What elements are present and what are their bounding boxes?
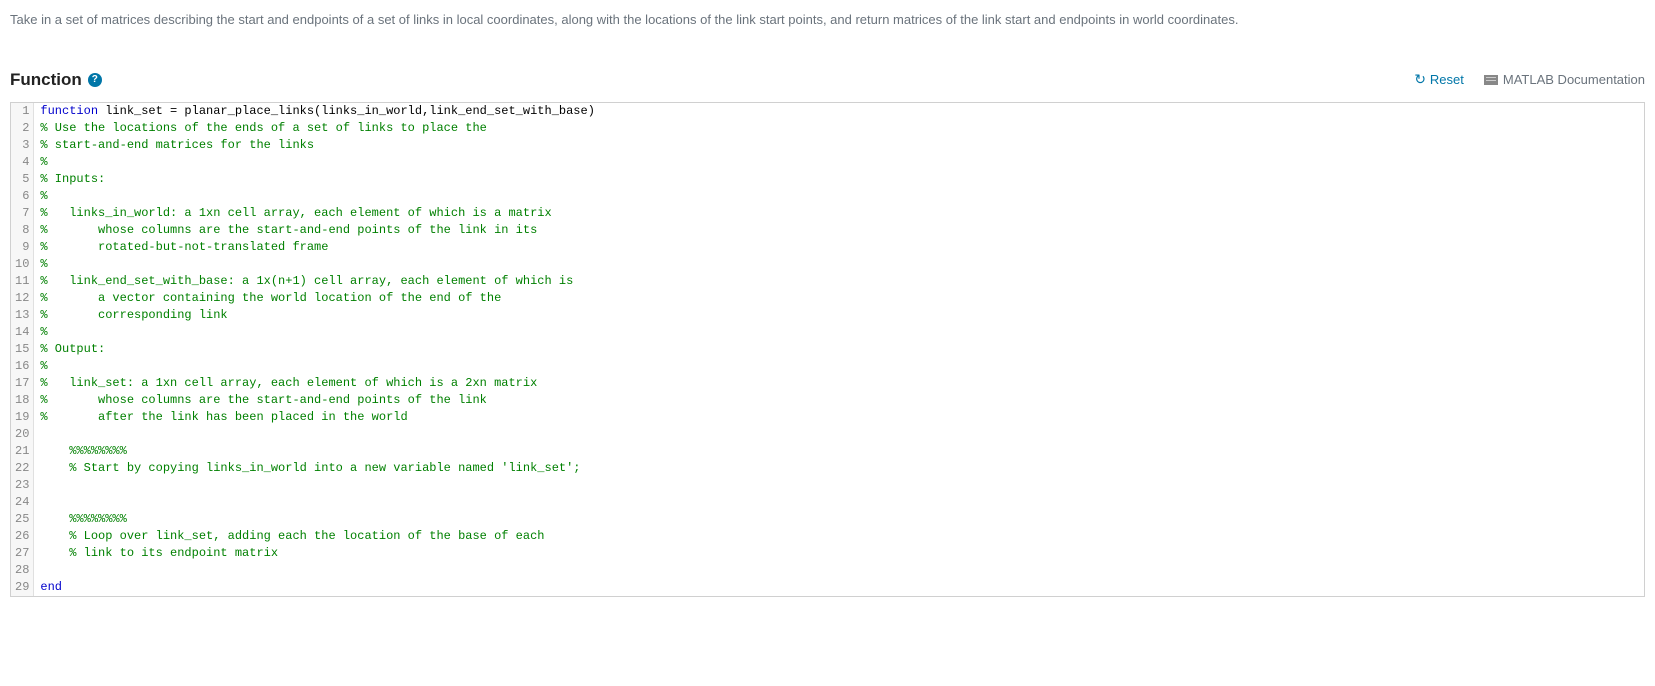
code-line[interactable]: % link_end_set_with_base: a 1x(n+1) cell… — [40, 273, 1644, 290]
code-line[interactable]: % a vector containing the world location… — [40, 290, 1644, 307]
line-number: 18 — [15, 392, 29, 409]
code-token-comment: % — [40, 257, 47, 271]
code-token-comment: % Loop over link_set, adding each the lo… — [40, 529, 544, 543]
code-line[interactable]: % Output: — [40, 341, 1644, 358]
code-token-plain: link_set = planar_place_links(links_in_w… — [98, 104, 595, 118]
reset-button[interactable]: ↻ Reset — [1414, 71, 1464, 88]
line-number: 12 — [15, 290, 29, 307]
code-token-comment: % — [40, 189, 47, 203]
code-line[interactable]: % Loop over link_set, adding each the lo… — [40, 528, 1644, 545]
documentation-label: MATLAB Documentation — [1503, 72, 1645, 87]
line-number: 10 — [15, 256, 29, 273]
code-token-comment: % whose columns are the start-and-end po… — [40, 393, 486, 407]
line-number: 3 — [15, 137, 29, 154]
line-number: 26 — [15, 528, 29, 545]
code-token-comment: % rotated-but-not-translated frame — [40, 240, 328, 254]
reset-label: Reset — [1430, 72, 1464, 87]
line-number: 4 — [15, 154, 29, 171]
code-line[interactable] — [40, 562, 1644, 579]
line-number: 1 — [15, 103, 29, 120]
code-line[interactable]: % corresponding link — [40, 307, 1644, 324]
reset-icon: ↻ — [1414, 71, 1426, 88]
line-number: 2 — [15, 120, 29, 137]
code-content[interactable]: function link_set = planar_place_links(l… — [34, 103, 1644, 596]
code-line[interactable]: % — [40, 358, 1644, 375]
code-token-comment: % Start by copying links_in_world into a… — [40, 461, 580, 475]
code-token-comment: % — [40, 155, 47, 169]
code-line[interactable]: % whose columns are the start-and-end po… — [40, 392, 1644, 409]
code-line[interactable]: % after the link has been placed in the … — [40, 409, 1644, 426]
code-line[interactable]: % Inputs: — [40, 171, 1644, 188]
code-token-comment: % corresponding link — [40, 308, 227, 322]
code-token-comment: % Output: — [40, 342, 105, 356]
line-number: 7 — [15, 205, 29, 222]
code-line[interactable]: % start-and-end matrices for the links — [40, 137, 1644, 154]
line-number: 8 — [15, 222, 29, 239]
line-number: 13 — [15, 307, 29, 324]
code-line[interactable]: % — [40, 188, 1644, 205]
code-line[interactable]: % link to its endpoint matrix — [40, 545, 1644, 562]
code-token-keyword: end — [40, 580, 62, 594]
section-title: Function — [10, 70, 82, 90]
code-line[interactable]: % — [40, 154, 1644, 171]
line-number: 19 — [15, 409, 29, 426]
line-number: 17 — [15, 375, 29, 392]
code-token-comment: % whose columns are the start-and-end po… — [40, 223, 537, 237]
code-editor[interactable]: 1234567891011121314151617181920212223242… — [10, 102, 1645, 597]
line-number: 6 — [15, 188, 29, 205]
function-header-right: ↻ Reset MATLAB Documentation — [1414, 71, 1645, 88]
code-line[interactable]: % rotated-but-not-translated frame — [40, 239, 1644, 256]
code-token-comment: % link to its endpoint matrix — [40, 546, 278, 560]
code-token-comment: % a vector containing the world location… — [40, 291, 501, 305]
line-number: 11 — [15, 273, 29, 290]
code-token-comment: % link_set: a 1xn cell array, each eleme… — [40, 376, 537, 390]
code-line[interactable]: function link_set = planar_place_links(l… — [40, 103, 1644, 120]
line-number: 16 — [15, 358, 29, 375]
line-number-gutter: 1234567891011121314151617181920212223242… — [11, 103, 34, 596]
code-token-comment: % after the link has been placed in the … — [40, 410, 407, 424]
code-token-comment: %%%%%%%% — [40, 512, 126, 526]
code-line[interactable]: % Use the locations of the ends of a set… — [40, 120, 1644, 137]
line-number: 23 — [15, 477, 29, 494]
code-line[interactable]: % Start by copying links_in_world into a… — [40, 460, 1644, 477]
documentation-icon — [1484, 75, 1498, 85]
code-line[interactable] — [40, 477, 1644, 494]
line-number: 5 — [15, 171, 29, 188]
code-token-keyword: function — [40, 104, 98, 118]
code-line[interactable] — [40, 426, 1644, 443]
function-header: Function ? ↻ Reset MATLAB Documentation — [10, 70, 1645, 90]
line-number: 22 — [15, 460, 29, 477]
code-line[interactable] — [40, 494, 1644, 511]
line-number: 28 — [15, 562, 29, 579]
matlab-documentation-link[interactable]: MATLAB Documentation — [1484, 72, 1645, 87]
line-number: 21 — [15, 443, 29, 460]
line-number: 25 — [15, 511, 29, 528]
code-line[interactable]: % — [40, 256, 1644, 273]
code-token-comment: % Inputs: — [40, 172, 105, 186]
code-token-comment: % links_in_world: a 1xn cell array, each… — [40, 206, 551, 220]
code-line[interactable]: % links_in_world: a 1xn cell array, each… — [40, 205, 1644, 222]
line-number: 27 — [15, 545, 29, 562]
code-line[interactable]: % whose columns are the start-and-end po… — [40, 222, 1644, 239]
line-number: 29 — [15, 579, 29, 596]
code-token-comment: % Use the locations of the ends of a set… — [40, 121, 486, 135]
code-token-comment: % start-and-end matrices for the links — [40, 138, 314, 152]
line-number: 14 — [15, 324, 29, 341]
code-line[interactable]: %%%%%%%% — [40, 511, 1644, 528]
line-number: 20 — [15, 426, 29, 443]
code-line[interactable]: % — [40, 324, 1644, 341]
line-number: 24 — [15, 494, 29, 511]
code-line[interactable]: % link_set: a 1xn cell array, each eleme… — [40, 375, 1644, 392]
code-token-comment: % — [40, 325, 47, 339]
function-header-left: Function ? — [10, 70, 102, 90]
problem-description: Take in a set of matrices describing the… — [10, 10, 1645, 30]
code-line[interactable]: end — [40, 579, 1644, 596]
code-line[interactable]: %%%%%%%% — [40, 443, 1644, 460]
line-number: 9 — [15, 239, 29, 256]
line-number: 15 — [15, 341, 29, 358]
code-token-comment: % — [40, 359, 47, 373]
code-token-comment: %%%%%%%% — [40, 444, 126, 458]
code-token-comment: % link_end_set_with_base: a 1x(n+1) cell… — [40, 274, 573, 288]
help-icon[interactable]: ? — [88, 73, 102, 87]
